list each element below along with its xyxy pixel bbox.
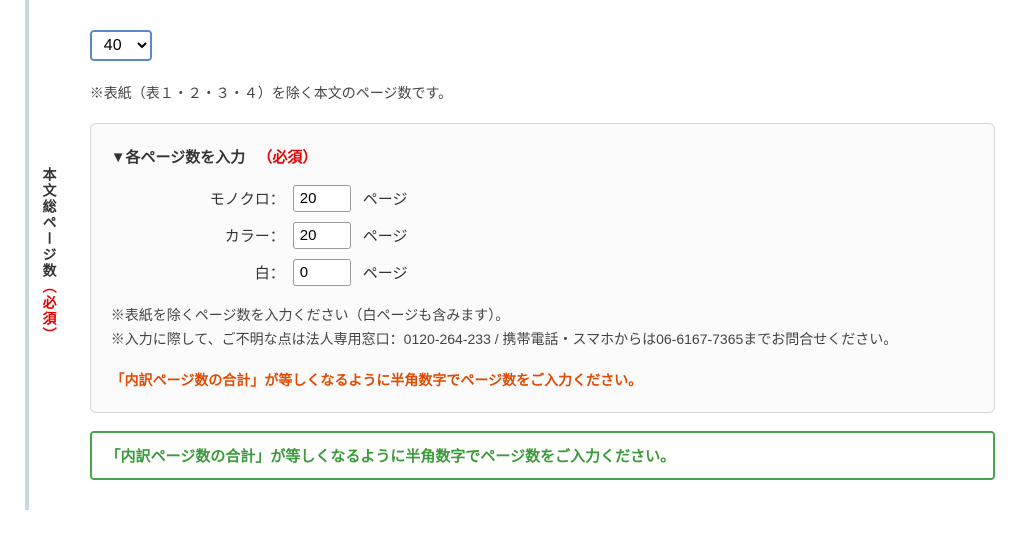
panel-title-text: 各ページ数を入力 xyxy=(126,149,246,166)
mono-input[interactable] xyxy=(293,185,351,212)
panel-note-cover: ※表紙を除くページ数を入力ください（白ページも含みます）。 xyxy=(111,304,974,328)
validation-alert: 「内訳ページ数の合計」が等しくなるように半角数字でページ数をご入力ください。 xyxy=(90,431,995,480)
white-row: 白： ページ xyxy=(111,259,974,286)
mono-unit: ページ xyxy=(363,188,408,209)
panel-title-mark: ▼ xyxy=(111,149,126,166)
color-input[interactable] xyxy=(293,222,351,249)
section-label-required: （必須） xyxy=(41,279,58,343)
white-label: 白： xyxy=(111,262,289,283)
panel-warning: 「内訳ページ数の合計」が等しくなるように半角数字でページ数をご入力ください。 xyxy=(111,370,974,390)
panel-notes: ※表紙を除くページ数を入力ください（白ページも含みます）。 ※入力に際して、ご不… xyxy=(111,304,974,352)
section-label-text: 本文総ページ数 xyxy=(41,167,58,279)
main-content: 40 ※表紙（表１・２・３・４）を除く本文のページ数です。 ▼各ページ数を入力 … xyxy=(70,0,1005,510)
panel-note-contact: ※入力に際して、ご不明な点は法人専用窓口：0120-264-233 / 携帯電話… xyxy=(111,328,974,352)
mono-row: モノクロ： ページ xyxy=(111,185,974,212)
color-label: カラー： xyxy=(111,225,289,246)
total-pages-select[interactable]: 40 xyxy=(90,30,152,61)
page-breakdown-panel: ▼各ページ数を入力 （必須） モノクロ： ページ カラー： ページ 白： ページ… xyxy=(90,123,995,413)
cover-exclusion-note: ※表紙（表１・２・３・４）を除く本文のページ数です。 xyxy=(90,83,995,103)
panel-title: ▼各ページ数を入力 （必須） xyxy=(111,146,974,167)
white-input[interactable] xyxy=(293,259,351,286)
color-unit: ページ xyxy=(363,225,408,246)
mono-label: モノクロ： xyxy=(111,188,289,209)
white-unit: ページ xyxy=(363,262,408,283)
section-label: 本文総ページ数 （必須） xyxy=(29,0,70,510)
color-row: カラー： ページ xyxy=(111,222,974,249)
panel-required: （必須） xyxy=(258,149,318,166)
